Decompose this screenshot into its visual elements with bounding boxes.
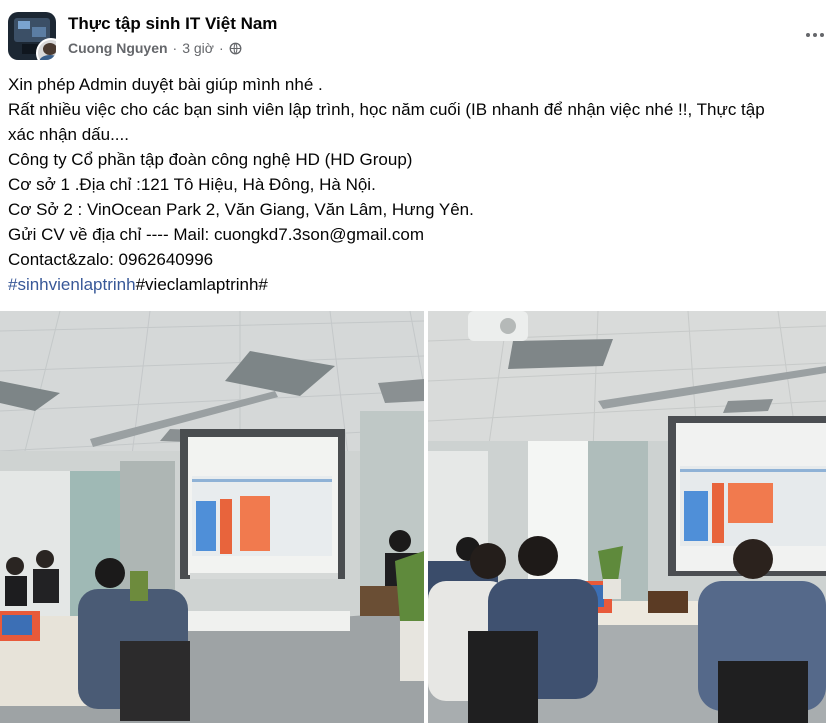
post-line: Cơ sở 1 .Địa chỉ :121 Tô Hiệu, Hà Đông, … [8, 175, 376, 194]
meta-separator-2: · [218, 40, 224, 56]
hashtag-text-vieclamlaptrinh: #vieclamlaptrinh# [135, 275, 268, 294]
group-name-link[interactable]: Thực tập sinh IT Việt Nam [68, 14, 277, 34]
post-line: Công ty Cổ phần tập đoàn công nghệ HD (H… [8, 150, 413, 169]
office-photo-2-image [428, 311, 826, 723]
post-line: Cơ Sở 2 : VinOcean Park 2, Văn Giang, Vă… [8, 200, 474, 219]
hashtag-line: #sinhvienlaptrinh#vieclamlaptrinh# [8, 272, 826, 297]
meta-separator: · [172, 40, 178, 56]
post-header: Thực tập sinh IT Việt Nam Cuong Nguyen ·… [0, 0, 826, 68]
post-photo-2[interactable] [428, 311, 826, 723]
post-body: Xin phép Admin duyệt bài giúp mình nhé .… [8, 72, 826, 297]
globe-icon[interactable] [229, 42, 242, 55]
post-time-link[interactable]: 3 giờ [182, 40, 214, 56]
post-photo-1[interactable] [0, 311, 424, 723]
post-line: Gửi CV về địa chỉ ---- Mail: cuongkd7.3s… [8, 225, 425, 244]
post-line: Rất nhiều việc cho các bạn sinh viên lập… [8, 100, 765, 119]
more-horizontal-icon[interactable] [806, 28, 826, 42]
post-line: Xin phép Admin duyệt bài giúp mình nhé . [8, 75, 323, 94]
author-name-link[interactable]: Cuong Nguyen [68, 40, 168, 56]
office-photo-1-image [0, 311, 424, 723]
group-avatar[interactable] [8, 12, 56, 60]
hashtag-link-sinhvienlaptrinh[interactable]: #sinhvienlaptrinh [8, 275, 136, 294]
post-line: xác nhận dấu.... [8, 125, 129, 144]
post-meta: Cuong Nguyen · 3 giờ · [68, 40, 242, 56]
post-line: Contact&zalo: 0962640996 [8, 250, 214, 269]
